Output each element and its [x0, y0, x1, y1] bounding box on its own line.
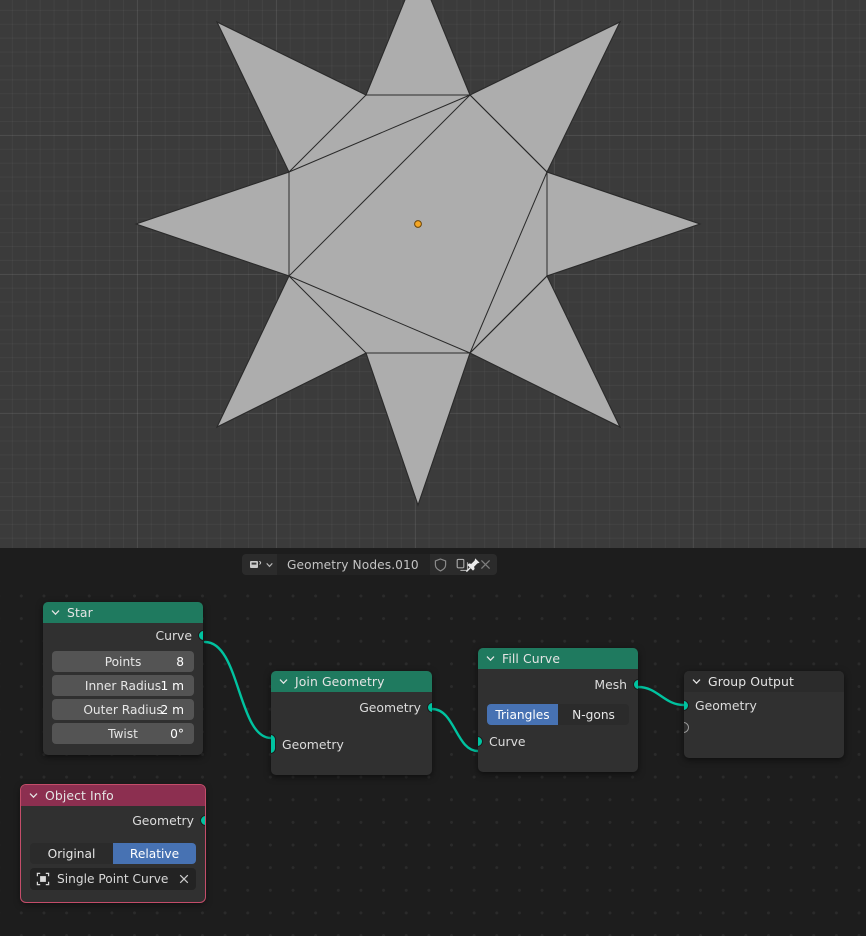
- object-data-icon: [36, 872, 50, 886]
- chevron-down-icon[interactable]: [51, 609, 60, 616]
- socket-curve-input[interactable]: [478, 736, 483, 747]
- node-join-geometry-header[interactable]: Join Geometry: [271, 671, 432, 692]
- prop-outer-radius-value: 2 m: [160, 703, 184, 717]
- socket-geometry-input[interactable]: [684, 700, 689, 711]
- output-label-curve: Curve: [155, 628, 192, 643]
- node-object-info-output-geometry[interactable]: Geometry: [21, 808, 205, 833]
- prop-inner-radius-label: Inner Radius: [85, 679, 161, 693]
- close-icon[interactable]: [178, 873, 190, 885]
- pin-icon: [465, 557, 481, 573]
- prop-outer-radius-label: Outer Radius: [83, 703, 162, 717]
- prop-points[interactable]: Points 8: [52, 651, 194, 672]
- prop-twist-row[interactable]: Twist 0°: [43, 723, 203, 744]
- 3d-viewport[interactable]: [0, 0, 866, 548]
- node-join-geometry-body: Geometry Geometry: [271, 695, 432, 775]
- browse-node-tree-icon[interactable]: [242, 554, 277, 575]
- prop-points-value: 8: [176, 655, 184, 669]
- fill-mode-triangles[interactable]: Triangles: [487, 704, 558, 725]
- node-star-body: Curve Points 8 Inner Radius 1 m: [43, 623, 203, 755]
- socket-virtual-input[interactable]: [684, 722, 689, 733]
- output-label-mesh: Mesh: [594, 677, 627, 692]
- node-star-title: Star: [67, 605, 93, 620]
- node-join-input-geometry[interactable]: Geometry: [271, 732, 432, 757]
- prop-inner-radius-value: 1 m: [160, 679, 184, 693]
- input-label-geometry: Geometry: [695, 698, 757, 713]
- node-editor-header: Geometry Nodes.010: [0, 548, 866, 583]
- prop-twist[interactable]: Twist 0°: [52, 723, 194, 744]
- fake-user-button[interactable]: [430, 554, 452, 575]
- output-label-geometry: Geometry: [359, 700, 421, 715]
- socket-geometry-multi-input[interactable]: [271, 734, 276, 754]
- socket-geometry-output[interactable]: [200, 815, 205, 826]
- object-selector-field[interactable]: Single Point Curve: [30, 868, 196, 890]
- object-info-transform-space-toggle[interactable]: Original Relative: [30, 843, 196, 864]
- node-star-output-curve[interactable]: Curve: [43, 623, 203, 648]
- prop-inner-radius-row[interactable]: Inner Radius 1 m: [43, 675, 203, 696]
- node-join-output-geometry[interactable]: Geometry: [271, 695, 432, 720]
- geometry-nodes-icon: [249, 558, 264, 571]
- node-fill-curve[interactable]: Fill Curve Mesh Triangles N-gons Curve: [478, 648, 638, 772]
- viewport-scene: [0, 0, 866, 548]
- node-fill-input-curve[interactable]: Curve: [478, 729, 638, 754]
- object-name: Single Point Curve: [57, 872, 171, 886]
- object-field-row[interactable]: Single Point Curve: [21, 868, 205, 890]
- node-group-output-header[interactable]: Group Output: [684, 671, 844, 692]
- input-label-curve: Curve: [489, 734, 526, 749]
- node-tree-datablock-selector[interactable]: Geometry Nodes.010: [242, 554, 497, 575]
- node-star-header[interactable]: Star: [43, 602, 203, 623]
- socket-mesh-output[interactable]: [633, 679, 638, 690]
- node-object-info-title: Object Info: [45, 788, 114, 803]
- link-join-to-fillcurve: [432, 709, 478, 751]
- node-fill-curve-body: Mesh Triangles N-gons Curve: [478, 672, 638, 772]
- node-group-output-input-empty[interactable]: [684, 718, 844, 738]
- pin-button[interactable]: [464, 556, 481, 573]
- star-mesh-fill: [136, 0, 700, 505]
- link-star-to-join: [205, 642, 271, 738]
- node-group-output-input-geometry[interactable]: Geometry: [684, 693, 844, 718]
- output-label-geometry: Geometry: [132, 813, 194, 828]
- node-fill-output-mesh[interactable]: Mesh: [478, 672, 638, 697]
- node-group-output-body: Geometry: [684, 693, 844, 758]
- object-origin-marker: [415, 221, 422, 228]
- prop-outer-radius-row[interactable]: Outer Radius 2 m: [43, 699, 203, 720]
- chevron-down-icon[interactable]: [279, 678, 288, 685]
- node-fill-curve-header[interactable]: Fill Curve: [478, 648, 638, 669]
- prop-outer-radius[interactable]: Outer Radius 2 m: [52, 699, 194, 720]
- chevron-down-icon: [266, 562, 273, 568]
- node-object-info-body: Geometry Original Relative Single Point …: [21, 808, 205, 902]
- node-object-info[interactable]: Object Info Geometry Original Relative: [21, 785, 205, 902]
- prop-twist-value: 0°: [170, 727, 184, 741]
- input-label-geometry: Geometry: [282, 737, 344, 752]
- fill-curve-mode-toggle[interactable]: Triangles N-gons: [487, 704, 629, 725]
- node-star[interactable]: Star Curve Points 8: [43, 602, 203, 755]
- prop-twist-label: Twist: [108, 727, 138, 741]
- node-group-output-title: Group Output: [708, 674, 794, 689]
- prop-points-label: Points: [105, 655, 142, 669]
- prop-inner-radius[interactable]: Inner Radius 1 m: [52, 675, 194, 696]
- prop-points-row[interactable]: Points 8: [43, 651, 203, 672]
- node-join-geometry[interactable]: Join Geometry Geometry Geometry: [271, 671, 432, 775]
- chevron-down-icon[interactable]: [486, 655, 495, 662]
- geometry-node-editor[interactable]: Geometry Nodes.010: [0, 548, 866, 936]
- chevron-down-icon[interactable]: [29, 792, 38, 799]
- fill-mode-ngons[interactable]: N-gons: [558, 704, 629, 725]
- node-group-output[interactable]: Group Output Geometry: [684, 671, 844, 758]
- link-fillcurve-to-groupoutput: [638, 687, 684, 705]
- transform-space-relative[interactable]: Relative: [113, 843, 196, 864]
- datablock-name-field[interactable]: Geometry Nodes.010: [277, 554, 430, 575]
- node-object-info-header[interactable]: Object Info: [21, 785, 205, 806]
- node-join-geometry-title: Join Geometry: [295, 674, 385, 689]
- transform-space-original[interactable]: Original: [30, 843, 113, 864]
- node-fill-curve-title: Fill Curve: [502, 651, 560, 666]
- shield-icon: [434, 558, 447, 572]
- socket-curve-output[interactable]: [198, 630, 203, 641]
- chevron-down-icon[interactable]: [692, 678, 701, 685]
- socket-geometry-output[interactable]: [427, 702, 432, 713]
